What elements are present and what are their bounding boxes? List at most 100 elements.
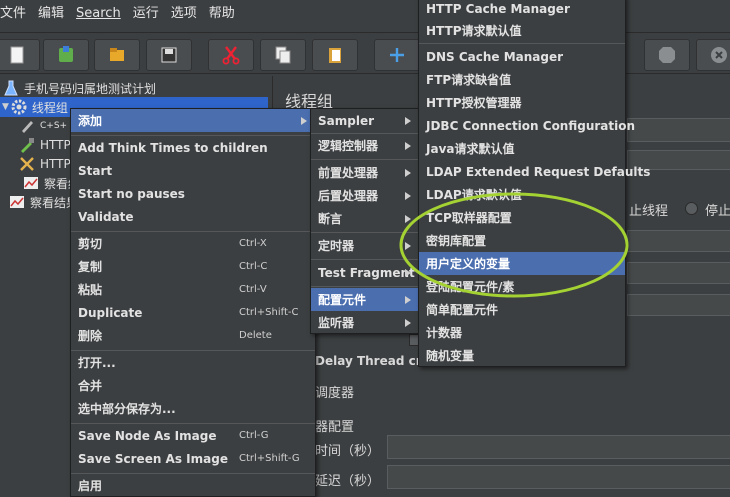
plus-icon	[390, 48, 404, 62]
config-item-user-defined-variables[interactable]: 用户定义的变量	[419, 252, 625, 275]
submenu-item-logic-controller[interactable]: 逻辑控制器	[311, 134, 419, 157]
chart-icon	[8, 193, 26, 211]
menu-item-paste[interactable]: 粘贴 Ctrl-V	[71, 278, 315, 301]
templates-icon	[59, 46, 73, 62]
chart-icon	[22, 174, 40, 192]
config-item-login-config-element[interactable]: 登陆配置元件/素	[419, 275, 625, 298]
stop-button[interactable]	[644, 39, 690, 71]
stop-thread-label: 止线程	[629, 204, 669, 219]
menu-item-cut[interactable]: 剪切 Ctrl-X	[71, 232, 315, 255]
config-item-dns-cache-manager[interactable]: DNS Cache Manager	[419, 45, 625, 68]
expand-arrow-icon: ▼	[2, 102, 9, 112]
config-item-simple-config-element[interactable]: 简单配置元件	[419, 298, 625, 321]
tree-node-view-results-2[interactable]: 察看结果	[8, 192, 78, 212]
submenu-arrow-icon	[405, 191, 411, 200]
submenu-arrow-icon	[405, 268, 411, 277]
pipette-icon	[18, 136, 36, 154]
tree-node-test-plan[interactable]: 手机号码归属地测试计划	[2, 78, 156, 98]
menu-options[interactable]: 选项	[165, 0, 203, 28]
new-button[interactable]	[0, 39, 40, 71]
submenu-item-test-fragment[interactable]: Test Fragment	[311, 261, 419, 284]
config-item-tcp-sampler-config[interactable]: TCP取样器配置	[419, 206, 625, 229]
submenu-arrow-icon	[301, 116, 307, 125]
menu-item-merge[interactable]: 合并	[71, 374, 315, 397]
open-button[interactable]	[94, 39, 140, 71]
menu-item-start[interactable]: Start	[71, 159, 315, 182]
stop-radio[interactable]	[685, 202, 698, 215]
submenu-arrow-icon	[405, 214, 411, 223]
submenu-item-sampler[interactable]: Sampler	[311, 109, 419, 132]
close-circle-icon	[711, 47, 727, 63]
menu-run[interactable]: 运行	[127, 0, 165, 28]
submenu-arrow-icon	[405, 295, 411, 304]
copy-button[interactable]	[260, 39, 306, 71]
name-field[interactable]	[627, 118, 730, 142]
config-item-keystore-configuration[interactable]: 密钥库配置	[419, 229, 625, 252]
menu-file[interactable]: 文件	[0, 0, 32, 28]
paste-button[interactable]	[312, 39, 358, 71]
menu-item-validate[interactable]: Validate	[71, 205, 315, 228]
tree-node-http-2[interactable]: HTTP	[18, 154, 71, 174]
submenu-arrow-icon	[405, 241, 411, 250]
gear-icon	[10, 98, 28, 116]
menu-item-enable[interactable]: 启用	[71, 474, 315, 497]
paste-clipboard-icon	[329, 48, 341, 63]
config-item-java-request-defaults[interactable]: Java请求默认值	[419, 137, 625, 160]
expand-button[interactable]	[374, 39, 420, 71]
menu-help[interactable]: 帮助	[203, 0, 241, 28]
menu-item-save-selection-as[interactable]: 选中部分保存为...	[71, 397, 315, 420]
config-item-ftp-request-defaults[interactable]: FTP请求缺省值	[419, 68, 625, 91]
config-item-http-authorization-manager[interactable]: HTTP授权管理器	[419, 91, 625, 114]
submenu-arrow-icon	[405, 116, 411, 125]
menu-item-save-node-as-image[interactable]: Save Node As Image Ctrl-G	[71, 424, 315, 447]
templates-button[interactable]	[43, 39, 89, 71]
menu-item-save-screen-as-image[interactable]: Save Screen As Image Ctrl+Shift-G	[71, 447, 315, 470]
menu-separator	[311, 232, 419, 233]
config-item-counter[interactable]: 计数器	[419, 321, 625, 344]
menu-item-add-think-times[interactable]: Add Think Times to children	[71, 136, 315, 159]
startup-delay-field[interactable]	[387, 465, 730, 489]
submenu-item-post-processor[interactable]: 后置处理器	[311, 184, 419, 207]
menu-item-duplicate[interactable]: Duplicate Ctrl+Shift-C	[71, 301, 315, 324]
menu-item-copy[interactable]: 复制 Ctrl-C	[71, 255, 315, 278]
menu-separator	[419, 43, 625, 44]
duration-field[interactable]	[387, 435, 730, 459]
config-element-submenu: HTTP Cache Manager HTTP请求默认值 DNS Cache M…	[418, 0, 650, 367]
stop-label: 停止	[705, 204, 730, 219]
open-folder-icon	[110, 48, 124, 61]
config-item-http-request-defaults[interactable]: HTTP请求默认值	[419, 19, 625, 42]
menu-edit[interactable]: 编辑	[32, 0, 70, 28]
submenu-arrow-icon	[405, 168, 411, 177]
menu-item-open[interactable]: 打开...	[71, 351, 315, 374]
startup-delay-label: 延迟（秒）	[315, 474, 381, 489]
save-button[interactable]	[146, 39, 192, 71]
menu-item-start-no-pauses[interactable]: Start no pauses	[71, 182, 315, 205]
tree-node-http-1[interactable]: HTTP	[18, 135, 71, 155]
scheduler-label: 调度器	[315, 386, 355, 401]
config-item-http-cache-manager[interactable]: HTTP Cache Manager	[419, 0, 625, 20]
menu-item-add[interactable]: 添加	[71, 109, 315, 132]
scissors-icon	[222, 46, 240, 65]
ramp-up-field[interactable]	[627, 262, 730, 284]
shutdown-button[interactable]	[696, 39, 730, 71]
submenu-item-assertion[interactable]: 断言	[311, 207, 419, 230]
tree-node-csv[interactable]: C+S+	[18, 116, 67, 136]
thread-count-field[interactable]	[627, 230, 730, 252]
menu-separator	[311, 286, 419, 287]
submenu-item-timer[interactable]: 定时器	[311, 234, 419, 257]
submenu-item-listener[interactable]: 监听器	[311, 311, 419, 334]
config-item-ldap-extended-request-defaults[interactable]: LDAP Extended Request Defaults	[419, 160, 650, 183]
pencil-icon	[18, 117, 36, 135]
submenu-item-pre-processor[interactable]: 前置处理器	[311, 161, 419, 184]
submenu-item-config-element[interactable]: 配置元件	[311, 288, 419, 311]
cut-button[interactable]	[208, 39, 254, 71]
add-submenu: Sampler 逻辑控制器 前置处理器 后置处理器 断言 定时器 Test Fr…	[310, 108, 420, 334]
menu-search[interactable]: Search	[70, 0, 127, 28]
new-file-icon	[10, 46, 24, 64]
loop-count-field[interactable]	[627, 294, 730, 316]
config-item-ldap-request-defaults[interactable]: LDAP请求默认值	[419, 183, 625, 206]
menu-item-delete[interactable]: 删除 Delete	[71, 324, 315, 347]
config-item-random-variable[interactable]: 随机变量	[419, 344, 625, 367]
stop-octagon-icon	[659, 47, 675, 63]
config-item-jdbc-connection-configuration[interactable]: JDBC Connection Configuration	[419, 114, 635, 137]
